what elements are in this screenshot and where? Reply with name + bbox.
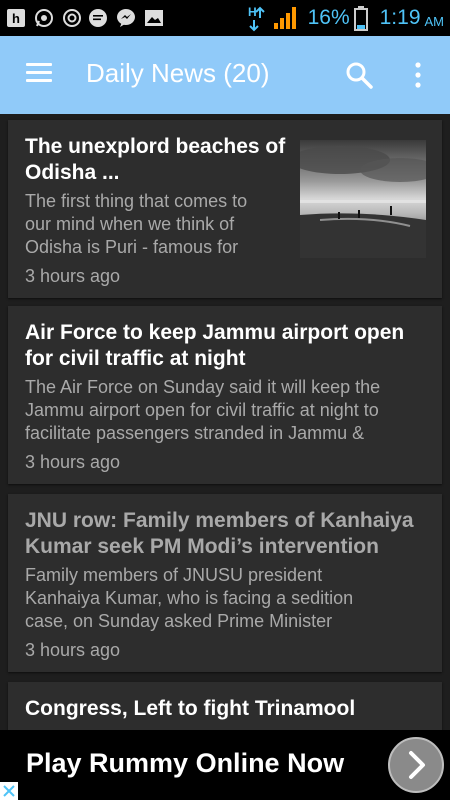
messenger-icon	[117, 9, 135, 27]
news-card[interactable]: The unexplord beaches of Odisha ... The …	[8, 120, 442, 298]
news-headline: Air Force to keep Jammu airport open for…	[25, 321, 405, 370]
menu-icon[interactable]	[22, 58, 56, 92]
svg-text:h: h	[12, 11, 20, 26]
cell-signal-icon	[273, 7, 296, 29]
news-headline: Congress, Left to fight Trinamool	[25, 697, 356, 720]
news-card[interactable]: Congress, Left to fight Trinamool	[8, 682, 442, 730]
news-headline: JNU row: Family members of Kanhaiya Kuma…	[25, 509, 414, 558]
clock-time: 1:19	[379, 6, 421, 29]
h-app-icon: h	[7, 9, 25, 27]
svg-text:H: H	[248, 5, 257, 19]
news-summary: The first thing that comes to our mind w…	[25, 191, 248, 257]
news-summary: Family members of JNUSU president Kanhai…	[25, 565, 354, 631]
news-time: 3 hours ago	[25, 452, 121, 472]
battery-percent: 16%	[307, 6, 350, 29]
news-time: 3 hours ago	[25, 266, 121, 286]
ad-close-icon[interactable]	[0, 782, 18, 800]
page-title: Daily News (20)	[86, 58, 270, 88]
chevron-right-icon	[409, 751, 425, 779]
ad-arrow-button[interactable]	[388, 737, 444, 793]
news-card[interactable]: Air Force to keep Jammu airport open for…	[8, 306, 442, 484]
hplus-signal-icon: H	[248, 5, 265, 32]
news-thumbnail	[300, 140, 426, 258]
app-a-icon	[63, 9, 81, 27]
news-card[interactable]: JNU row: Family members of Kanhaiya Kuma…	[8, 494, 442, 672]
news-summary: The Air Force on Sunday said it will kee…	[25, 377, 381, 443]
ad-banner[interactable]: Play Rummy Online Now	[0, 730, 450, 800]
status-bar: h H 16% 1:19 AM	[0, 0, 450, 36]
news-time: 3 hours ago	[25, 640, 121, 660]
gallery-icon	[145, 10, 163, 26]
clock-ampm: AM	[424, 13, 445, 29]
whatsapp-icon	[35, 9, 53, 27]
ad-text: Play Rummy Online Now	[26, 748, 345, 778]
more-options-icon[interactable]	[406, 60, 430, 90]
search-icon[interactable]	[344, 60, 374, 90]
news-headline: The unexplord beaches of Odisha ...	[25, 135, 286, 184]
app-bar: Daily News (20)	[0, 36, 450, 114]
news-feed[interactable]: The unexplord beaches of Odisha ... The …	[0, 114, 450, 730]
chat-bubble-icon	[89, 9, 107, 27]
battery-icon	[353, 6, 368, 31]
